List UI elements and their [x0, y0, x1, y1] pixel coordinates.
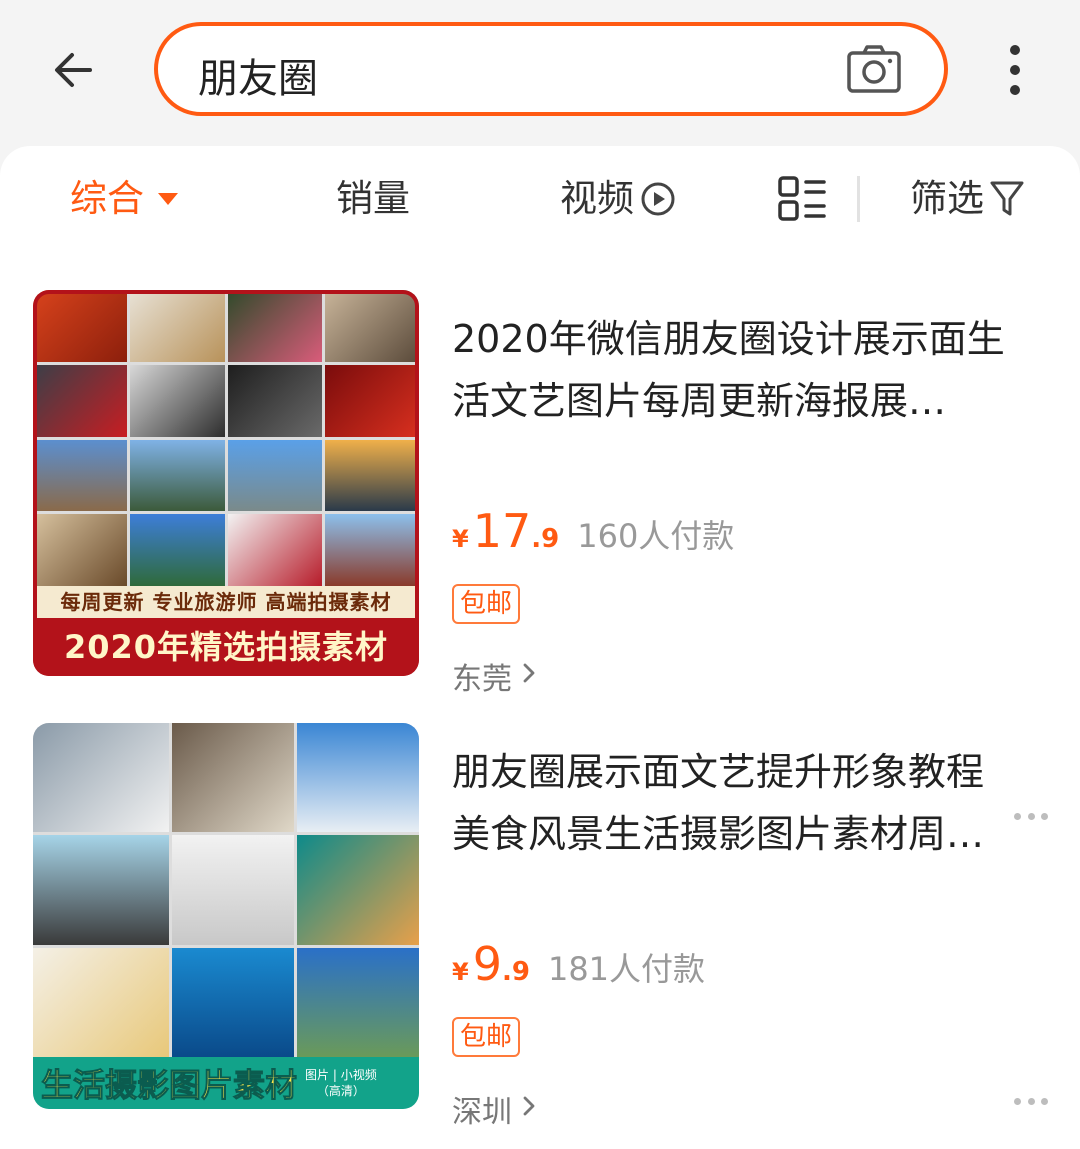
thumbnail-side-text: 图片 | 小视频 （高清） — [305, 1067, 377, 1099]
photo-mountains — [130, 439, 225, 512]
photo-sky-village — [297, 947, 419, 1057]
photo-drinks — [227, 290, 322, 362]
tab-comprehensive[interactable]: 综合 — [70, 174, 178, 224]
photo-red-envelope — [324, 364, 419, 437]
thumbnail-banner: 生活摄影图片素材 图片 | 小视频 （高清） — [33, 1057, 419, 1109]
photo-motorbike — [33, 835, 169, 945]
tab-sales-label: 销量 — [336, 177, 410, 220]
product-card[interactable]: 每周更新 专业旅游师 高端拍摄素材 2020年精选拍摄素材 2020年微信朋友圈… — [0, 290, 1080, 697]
photo-windmill — [130, 514, 225, 586]
search-query-text: 朋友圈 — [198, 56, 318, 102]
dot — [1014, 1097, 1021, 1105]
photo-plate — [130, 290, 225, 362]
sales-count: 160人付款 — [577, 517, 735, 555]
results-panel: 综合 销量 视频 筛选 每周更新 专业旅游师 高端拍摄素材 2020年精选拍摄素… — [0, 146, 1080, 1149]
tab-filter-label: 筛选 — [910, 177, 984, 220]
product-title[interactable]: 朋友圈展示面文艺提升形象教程美食风景生活摄影图片素材周… — [452, 741, 1012, 865]
tab-video[interactable]: 视频 — [560, 174, 676, 224]
photo-white-car — [130, 364, 225, 437]
photo-dining-room — [172, 723, 294, 833]
tab-comprehensive-label: 综合 — [70, 177, 144, 220]
photo-lobster — [33, 290, 128, 362]
photo-living-room — [33, 514, 128, 586]
photo-cake — [33, 947, 169, 1057]
photo-white-suv — [33, 723, 169, 833]
currency-symbol: ¥ — [452, 958, 469, 986]
search-input[interactable]: 朋友圈 — [154, 22, 948, 116]
photo-restaurant — [324, 290, 419, 362]
shop-location[interactable]: 东莞 — [452, 654, 536, 698]
tab-video-label: 视频 — [560, 177, 634, 220]
price-decimal: .9 — [501, 957, 530, 987]
more-dots-icon[interactable] — [1014, 811, 1048, 821]
currency-symbol: ¥ — [452, 525, 469, 553]
thumbnail-title: 生活摄影图片素材 — [40, 1066, 298, 1105]
price-row: ¥ 17 .9 160人付款 — [452, 504, 734, 558]
dot — [1014, 812, 1021, 820]
photo-castle — [324, 514, 419, 586]
photo-gallery — [172, 835, 294, 945]
photo-steering — [227, 364, 322, 437]
photo-teal-portrait — [297, 835, 419, 945]
thumbnail-title: 2020年精选拍摄素材 — [33, 618, 419, 676]
price-row: ¥ 9 .9 181人付款 — [452, 937, 705, 991]
photo-helicopter — [227, 439, 322, 512]
play-circle-icon — [640, 181, 676, 217]
price-integer: 9 — [472, 937, 502, 991]
layout-toggle-icon[interactable] — [778, 176, 826, 222]
back-arrow-icon[interactable] — [48, 40, 108, 100]
dot — [1027, 812, 1035, 820]
product-card[interactable]: 生活摄影图片素材 图片 | 小视频 （高清） 朋友圈展示面文艺提升形象教程美食风… — [0, 723, 1080, 1130]
location-label: 深圳 — [452, 1095, 512, 1130]
thumbnail-side-line-1: 图片 | 小视频 — [305, 1068, 377, 1082]
photo-sunset-car — [324, 439, 419, 512]
price-integer: 17 — [472, 504, 532, 558]
sales-count: 181人付款 — [547, 950, 706, 988]
search-header: 朋友圈 — [0, 0, 1080, 140]
filter-funnel-icon — [990, 180, 1024, 218]
dot — [1041, 1097, 1048, 1105]
sort-tabs: 综合 销量 视频 筛选 — [0, 146, 1080, 256]
location-label: 东莞 — [452, 662, 512, 697]
free-shipping-badge: 包邮 — [452, 1017, 521, 1057]
dot — [1027, 1097, 1035, 1105]
dot — [1041, 812, 1048, 820]
photo-mickey — [227, 514, 322, 586]
thumbnail-photo-grid — [33, 723, 419, 1057]
photo-cabin — [33, 439, 128, 512]
product-thumbnail[interactable]: 生活摄影图片素材 图片 | 小视频 （高清） — [33, 723, 419, 1109]
camera-icon[interactable] — [846, 44, 902, 94]
more-dots-icon[interactable] — [1014, 1096, 1048, 1106]
chevron-right-icon — [522, 1094, 536, 1124]
chevron-right-icon — [522, 661, 536, 691]
thumbnail-subtitle: 每周更新 专业旅游师 高端拍摄素材 — [33, 586, 419, 618]
free-shipping-badge: 包邮 — [452, 584, 521, 624]
tab-divider — [857, 176, 860, 222]
tab-filter[interactable]: 筛选 — [910, 174, 1024, 224]
thumbnail-side-line-2: （高清） — [316, 1084, 365, 1098]
shop-location[interactable]: 深圳 — [452, 1087, 536, 1131]
dropdown-triangle-icon — [158, 193, 178, 205]
tab-sales[interactable]: 销量 — [336, 174, 410, 224]
thumbnail-photo-grid — [33, 290, 419, 586]
price-decimal: .9 — [531, 524, 560, 554]
product-title[interactable]: 2020年微信朋友圈设计展示面生活文艺图片每周更新海报展… — [452, 308, 1012, 432]
photo-underwater — [172, 947, 294, 1057]
product-thumbnail[interactable]: 每周更新 专业旅游师 高端拍摄素材 2020年精选拍摄素材 — [33, 290, 419, 676]
photo-snow-mountain — [297, 723, 419, 833]
more-options-icon[interactable] — [990, 42, 1040, 98]
photo-red-car — [33, 364, 128, 437]
